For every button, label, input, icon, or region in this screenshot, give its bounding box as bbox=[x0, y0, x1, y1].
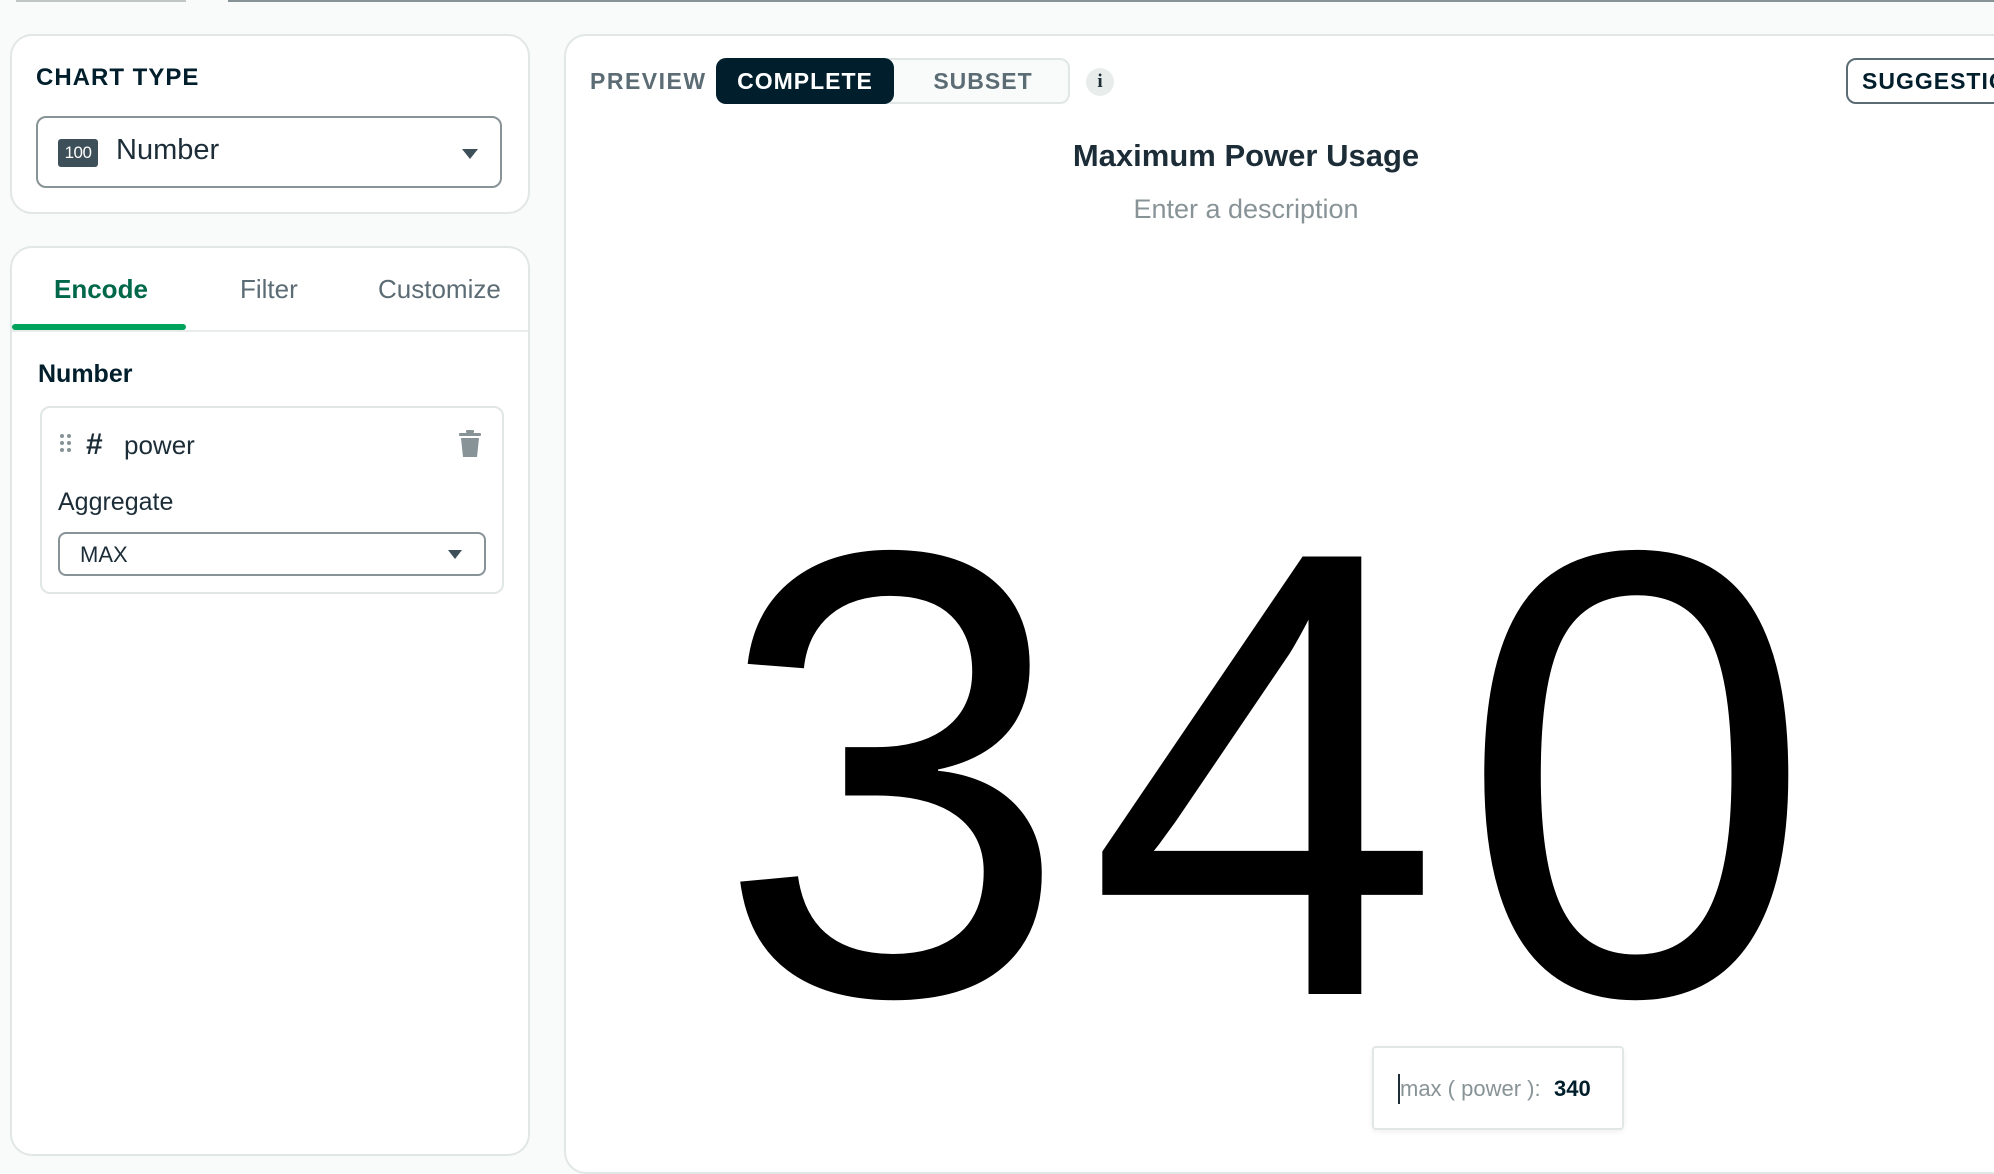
trash-icon[interactable] bbox=[458, 430, 482, 458]
suggestions-button[interactable]: SUGGESTIONS bbox=[1846, 58, 1994, 104]
chart-title[interactable]: Maximum Power Usage bbox=[966, 138, 1526, 174]
encoding-tabs: Encode Filter Customize bbox=[12, 248, 528, 332]
tooltip-value: 340 bbox=[1554, 1076, 1591, 1101]
encoded-field-card: # power Aggregate MAX bbox=[40, 406, 504, 594]
top-divider-right bbox=[228, 0, 1994, 2]
chart-type-panel: CHART TYPE 100 Number bbox=[10, 34, 530, 214]
field-name-label: power bbox=[124, 430, 195, 460]
aggregate-label: Aggregate bbox=[58, 488, 174, 516]
preview-label: PREVIEW bbox=[590, 68, 707, 94]
value-tooltip: max ( power ): 340 bbox=[1372, 1046, 1624, 1130]
tooltip-key: max ( power ): bbox=[1400, 1076, 1541, 1101]
active-tab-indicator bbox=[12, 324, 186, 330]
chart-type-dropdown[interactable]: 100 Number bbox=[36, 116, 502, 188]
number-value[interactable]: 340 bbox=[716, 456, 1994, 1092]
encoding-panel: Encode Filter Customize Number # power A… bbox=[10, 246, 530, 1156]
hash-icon: # bbox=[86, 428, 103, 461]
subset-mode-button[interactable]: SUBSET bbox=[894, 58, 1072, 104]
chart-type-selected-label: Number bbox=[116, 134, 220, 166]
chart-description-input[interactable]: Enter a description bbox=[966, 194, 1526, 225]
tab-customize[interactable]: Customize bbox=[378, 274, 501, 305]
chevron-down-icon bbox=[448, 550, 462, 559]
top-divider-left bbox=[16, 0, 186, 2]
chevron-down-icon bbox=[462, 149, 478, 159]
number-channel-heading: Number bbox=[38, 360, 133, 388]
chart-type-heading: CHART TYPE bbox=[36, 64, 200, 91]
top-divider bbox=[0, 0, 1994, 4]
chart-preview-panel: PREVIEW COMPLETE SUBSET i SUGGESTIONS Ma… bbox=[564, 34, 1994, 1174]
tab-filter[interactable]: Filter bbox=[240, 274, 298, 305]
tab-encode[interactable]: Encode bbox=[54, 274, 148, 305]
info-icon[interactable]: i bbox=[1086, 68, 1114, 96]
number-chart-icon: 100 bbox=[58, 139, 98, 167]
sample-mode-toggle: COMPLETE SUBSET bbox=[716, 58, 1070, 104]
drag-handle-icon[interactable] bbox=[60, 434, 72, 456]
aggregate-selected-value: MAX bbox=[80, 542, 128, 567]
aggregate-dropdown[interactable]: MAX bbox=[58, 532, 486, 576]
complete-mode-button[interactable]: COMPLETE bbox=[716, 58, 894, 104]
